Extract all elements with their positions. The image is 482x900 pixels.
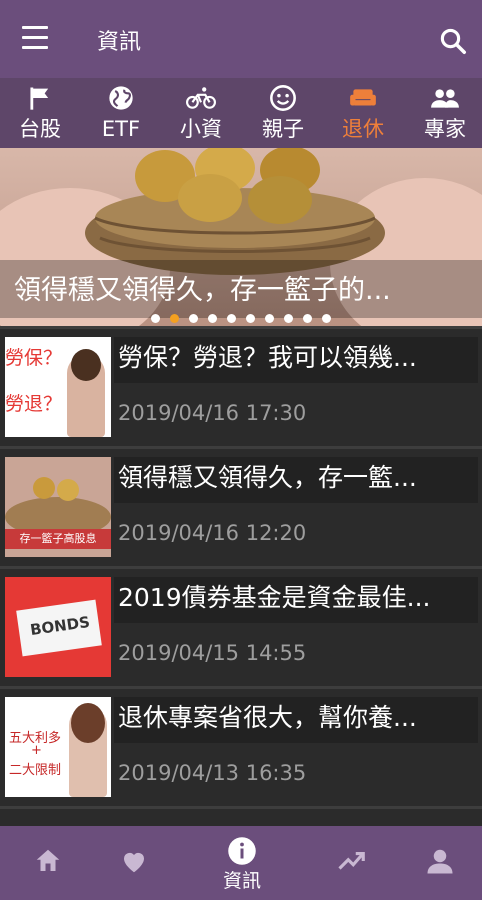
tab-parenting[interactable]: 親子 — [250, 78, 316, 148]
info-icon — [228, 837, 256, 865]
pagination-dot-active[interactable] — [170, 314, 179, 323]
thumbnail-hair — [71, 349, 101, 381]
pagination-dot[interactable] — [303, 314, 312, 323]
nav-trends[interactable] — [304, 826, 400, 900]
category-tabs: 台股 ETF 小資 親子 退休 專家 — [0, 78, 482, 148]
pagination-dot[interactable] — [189, 314, 198, 323]
article-thumbnail: 五大利多 + 二大限制 — [5, 697, 111, 797]
tab-retirement[interactable]: 退休 — [330, 78, 396, 148]
thumbnail-egg — [57, 479, 79, 501]
tab-taiwan-stock[interactable]: 台股 — [8, 78, 72, 148]
list-item[interactable]: 五大利多 + 二大限制 退休專案省很大，幫你養... 2019/04/13 16… — [0, 686, 482, 804]
thumbnail-hair — [71, 703, 105, 743]
nav-news-label: 資訊 — [222, 870, 261, 892]
article-title: 2019債券基金是資金最佳... — [114, 577, 478, 623]
nav-news[interactable]: 資訊 — [194, 826, 290, 900]
pagination-dot[interactable] — [151, 314, 160, 323]
sofa-icon — [350, 89, 376, 106]
home-icon — [36, 849, 60, 871]
article-time: 2019/04/16 17:30 — [118, 401, 307, 425]
tab-experts[interactable]: 專家 — [412, 78, 478, 148]
nav-home[interactable] — [0, 826, 96, 900]
article-thumbnail: 存一籃子高股息 — [5, 457, 111, 557]
app-bar: 資訊 — [0, 0, 482, 78]
article-thumbnail: BONDS — [5, 577, 111, 677]
pagination-dot[interactable] — [208, 314, 217, 323]
pagination-dot[interactable] — [322, 314, 331, 323]
pagination-dot[interactable] — [246, 314, 255, 323]
flag-icon — [30, 87, 49, 110]
people-icon — [431, 89, 459, 108]
article-time: 2019/04/13 16:35 — [118, 761, 307, 785]
globe-icon — [109, 86, 133, 110]
list-item[interactable]: 存一籃子高股息 領得穩又領得久，存一籃... 2019/04/16 12:20 — [0, 446, 482, 564]
article-time: 2019/04/16 12:20 — [118, 521, 307, 545]
nav-profile[interactable] — [392, 826, 482, 900]
pagination-dot[interactable] — [284, 314, 293, 323]
banner-image-nest — [85, 148, 385, 275]
article-time: 2019/04/15 14:55 — [118, 641, 307, 665]
article-title: 領得穩又領得久，存一籃... — [114, 457, 478, 503]
list-item[interactable]: 勞保？ 勞退？ 勞保？勞退？我可以領幾... 2019/04/16 17:30 — [0, 326, 482, 444]
trending-icon — [338, 851, 365, 870]
menu-icon[interactable] — [22, 26, 52, 52]
article-thumbnail: 勞保？ 勞退？ — [5, 337, 111, 437]
pagination-dot[interactable] — [265, 314, 274, 323]
pagination-dot[interactable] — [227, 314, 236, 323]
banner-pagination — [0, 308, 482, 323]
search-icon[interactable] — [438, 26, 468, 56]
tab-small-investor[interactable]: 小資 — [168, 78, 234, 148]
nav-favorites[interactable] — [86, 826, 182, 900]
person-icon — [427, 849, 453, 874]
article-title: 退休專案省很大，幫你養... — [114, 697, 478, 743]
featured-banner[interactable]: 領得穩又領得久，存一籃子的... — [0, 148, 482, 326]
bicycle-icon — [186, 87, 216, 109]
thumbnail-egg — [33, 477, 55, 499]
smile-icon — [270, 85, 296, 111]
heart-icon — [124, 852, 144, 873]
page-title: 資訊 — [97, 30, 142, 55]
list-item[interactable]: BONDS 2019債券基金是資金最佳... 2019/04/15 14:55 — [0, 566, 482, 684]
article-title: 勞保？勞退？我可以領幾... — [114, 337, 478, 383]
bottom-navigation: 資訊 — [0, 826, 482, 900]
tab-etf[interactable]: ETF — [88, 78, 154, 148]
